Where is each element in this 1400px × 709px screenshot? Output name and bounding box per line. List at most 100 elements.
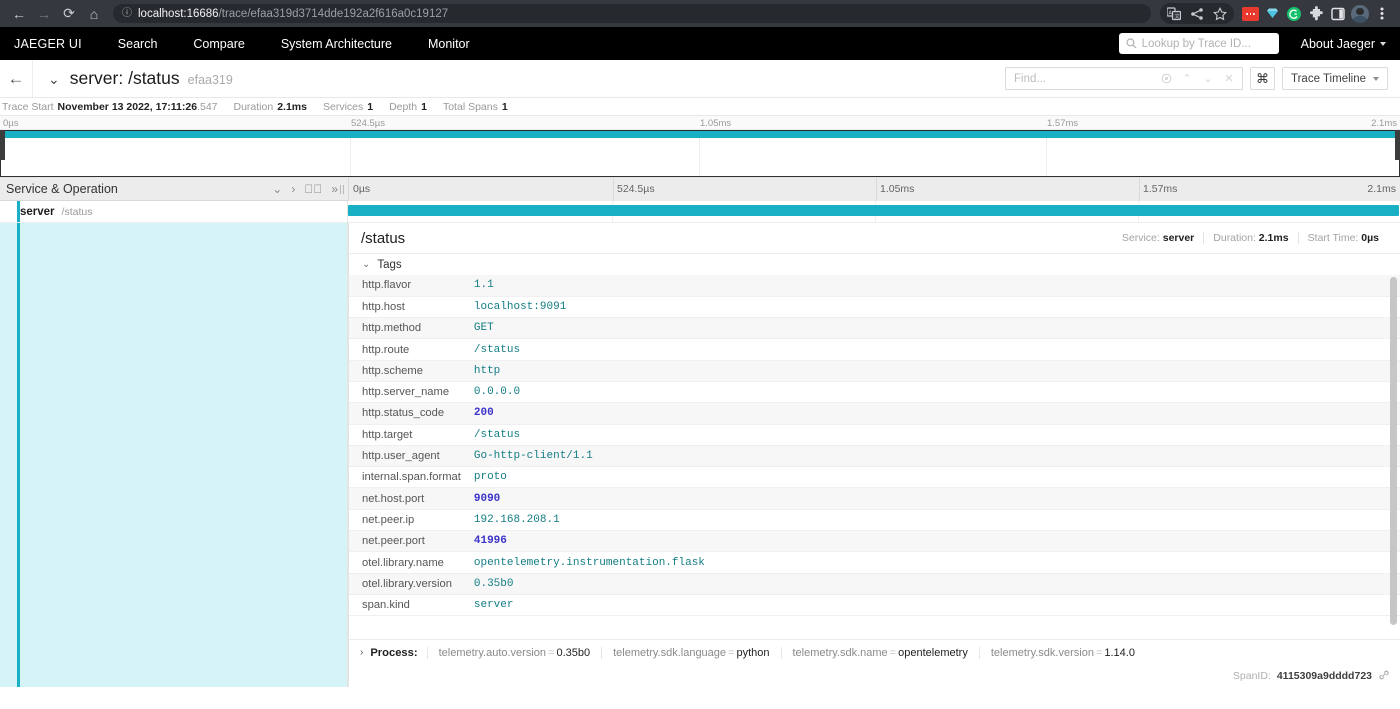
double-chevron-right-icon[interactable]: » [331, 183, 338, 195]
table-row[interactable]: net.peer.port 41996 [349, 530, 1400, 553]
extension-icon-grammar[interactable] [1284, 4, 1304, 24]
table-row[interactable]: otel.library.name opentelemetry.instrumen… [349, 551, 1400, 574]
jaeger-top-nav: JAEGER UI Search Compare System Architec… [0, 27, 1400, 60]
jaeger-logo[interactable]: JAEGER UI [14, 37, 82, 51]
tags-table: http.flavor 1.1 http.host localhost:9091 h… [349, 275, 1400, 617]
tags-scroll-area[interactable]: http.flavor 1.1 http.host localhost:9091 h… [349, 275, 1400, 639]
view-mode-select[interactable]: Trace Timeline [1282, 67, 1388, 90]
nav-item-monitor[interactable]: Monitor [428, 37, 470, 51]
reload-icon[interactable]: ⟳ [58, 3, 80, 25]
extension-icon-recorder[interactable] [1240, 4, 1260, 24]
table-row[interactable]: http.target/status [349, 424, 1400, 446]
span-row-bar-area[interactable] [348, 201, 1400, 222]
summary-label: Services [322, 100, 364, 113]
minimap-tick: 1.05ms [700, 118, 732, 129]
back-arrow-icon[interactable]: ← [8, 3, 30, 25]
forward-arrow-icon[interactable]: → [33, 3, 55, 25]
home-icon[interactable]: ⌂ [83, 3, 105, 25]
chevron-down-icon[interactable]: ⌄ [48, 72, 60, 86]
browser-menu-icon[interactable] [1372, 4, 1392, 24]
tag-key: http.server_name [349, 381, 461, 404]
extension-icon-gem[interactable] [1262, 4, 1282, 24]
table-row[interactable]: http.user_agent Go-http-client/1.1 [349, 445, 1400, 468]
find-input[interactable]: Find... [1006, 73, 1156, 85]
nav-item-compare[interactable]: Compare [193, 37, 244, 51]
span-color-accent [17, 201, 20, 222]
table-row[interactable]: http.host localhost:9091 [349, 296, 1400, 319]
keyboard-shortcuts-button[interactable]: ⌘ [1250, 67, 1275, 90]
chevron-down-icon[interactable]: ⌄ [272, 183, 282, 195]
nav-item-search[interactable]: Search [118, 37, 158, 51]
minimap-tick: 0µs [3, 118, 19, 129]
back-to-search-button[interactable]: ← [0, 60, 33, 97]
trace-minimap[interactable]: 0µs 524.5µs 1.05ms 1.57ms 2.1ms [0, 115, 1400, 178]
double-chevron-down-icon[interactable]: ⌄⃥ [304, 183, 322, 195]
span-meta-service: Service: server [1121, 232, 1195, 244]
chevron-down-icon [1373, 76, 1379, 81]
trace-header: ← ⌄ server: /status efaa319 Find... ⌃ ⌄ … [0, 60, 1400, 98]
chevron-right-icon[interactable]: › [291, 183, 295, 195]
table-row[interactable]: otel.library.version 0.35b0 [349, 573, 1400, 595]
span-service-name: server [20, 205, 55, 218]
summary-trace-start: Trace Start November 13 2022, 17:11:26.5… [2, 101, 218, 113]
table-row[interactable]: net.host.port 9090 [349, 487, 1400, 510]
span-duration-bar[interactable] [348, 205, 1399, 216]
process-section[interactable]: › Process: telemetry.auto.version = 0.35b0… [349, 639, 1400, 665]
table-row[interactable]: net.peer.ip 192.168.208.1 [349, 509, 1400, 532]
chevron-down-icon: ⌄ [362, 258, 371, 270]
tag-key: http.route [349, 338, 461, 361]
side-panel-icon[interactable] [1328, 4, 1348, 24]
extensions-puzzle-icon[interactable] [1306, 4, 1326, 24]
site-info-icon[interactable]: ⓘ [122, 8, 132, 19]
timeline-tick: 0µs [353, 182, 371, 195]
timeline-gridline [876, 177, 877, 201]
avatar[interactable] [1350, 4, 1370, 24]
table-row[interactable]: http.flavor 1.1 [349, 275, 1400, 297]
span-row[interactable]: server /status [0, 201, 1400, 223]
find-clear-icon[interactable]: ✕ [1219, 68, 1239, 89]
trace-id-lookup-input[interactable]: Lookup by Trace ID... [1118, 33, 1279, 54]
span-detail-gutter-fill [20, 223, 347, 687]
find-next-icon[interactable]: ⌄ [1198, 68, 1218, 89]
minimap-drag-handle-left[interactable] [0, 130, 5, 160]
span-meta-start-time: Start Time: 0µs [1297, 232, 1388, 244]
table-row[interactable]: http.route/status [349, 338, 1400, 361]
tag-value: http [460, 360, 1400, 382]
link-icon[interactable] [1378, 669, 1390, 684]
timeline-tick: 524.5µs [617, 182, 655, 195]
table-row[interactable]: http.method GET [349, 317, 1400, 340]
column-resize-handle[interactable] [340, 184, 346, 194]
tag-value: /status [460, 424, 1400, 446]
find-focus-icon[interactable] [1156, 68, 1176, 89]
tag-key: http.host [349, 296, 461, 319]
span-row-label[interactable]: server /status [0, 201, 348, 222]
browser-actions: A文 [1160, 3, 1392, 24]
table-row[interactable]: span.kind server [349, 594, 1400, 617]
table-row[interactable]: http.server_name 0.0.0.0 [349, 381, 1400, 404]
table-row[interactable]: internal.span.format proto [349, 466, 1400, 489]
translate-icon[interactable]: A文 [1164, 4, 1184, 24]
tag-key: internal.span.format [349, 466, 461, 489]
tag-key: http.method [349, 317, 461, 340]
nav-item-system-architecture[interactable]: System Architecture [281, 37, 392, 51]
minimap-tick: 1.57ms [1047, 118, 1079, 129]
summary-value: 1 [421, 100, 427, 113]
minimap-tick: 524.5µs [351, 118, 385, 129]
trace-summary-strip: Trace Start November 13 2022, 17:11:26.5… [0, 98, 1400, 115]
table-row[interactable]: http.status_code 200 [349, 402, 1400, 425]
about-jaeger-menu[interactable]: About Jaeger [1301, 37, 1386, 51]
share-icon[interactable] [1187, 4, 1207, 24]
tag-value: 192.168.208.1 [460, 509, 1400, 532]
chevron-right-icon[interactable]: › [360, 647, 363, 658]
tags-scrollbar[interactable] [1390, 277, 1397, 625]
address-bar[interactable]: ⓘ localhost:16686/trace/efaa319d3714dde1… [113, 4, 1151, 23]
find-prev-icon[interactable]: ⌃ [1177, 68, 1197, 89]
tags-section-toggle[interactable]: ⌄ Tags [349, 254, 1400, 275]
process-tag: telemetry.auto.version = 0.35b0 [426, 646, 602, 659]
minimap-drag-handle-right[interactable] [1395, 130, 1400, 160]
find-box[interactable]: Find... ⌃ ⌄ ✕ [1005, 67, 1243, 90]
minimap-body[interactable] [0, 130, 1400, 178]
table-row[interactable]: http.scheme http [349, 360, 1400, 382]
bookmark-star-icon[interactable] [1210, 4, 1230, 24]
tag-value: server [460, 594, 1400, 617]
